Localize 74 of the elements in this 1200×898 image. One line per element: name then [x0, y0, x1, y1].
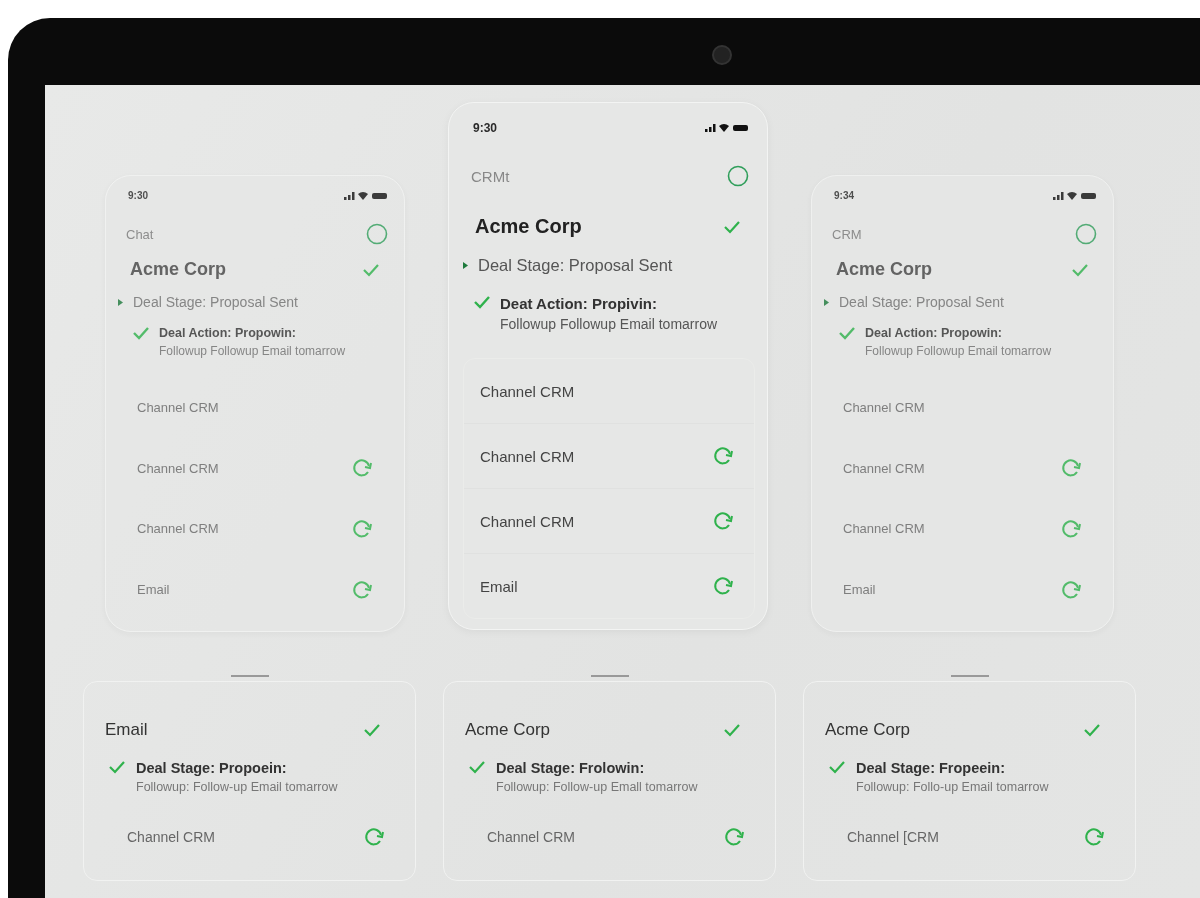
- list-item[interactable]: Channel CRM: [825, 377, 1102, 438]
- sync-icon[interactable]: [351, 578, 373, 601]
- card-title: Acme Corp: [825, 720, 911, 740]
- deal-action: Deal Action: Propowin:: [865, 326, 1004, 340]
- action-note: Followup: Follow-up Emall tomarrow: [496, 780, 698, 794]
- check-icon: [108, 760, 126, 774]
- list-item[interactable]: Email: [825, 559, 1102, 620]
- app-label: CRMt: [471, 167, 510, 185]
- company-title: Acme Corp: [130, 259, 227, 280]
- list-item[interactable]: Channel CRM: [464, 489, 754, 554]
- check-icon: [723, 723, 741, 737]
- check-icon: [1071, 262, 1089, 277]
- bullet-icon: [463, 262, 468, 269]
- bullet-icon: [824, 298, 829, 306]
- check-icon: [723, 219, 741, 234]
- card-title: Acme Corp: [465, 720, 551, 740]
- deal-stage: Deal Stage: Propoein:: [136, 760, 288, 776]
- status-icons: [1053, 190, 1097, 201]
- list-item[interactable]: Channel CRM: [825, 498, 1102, 560]
- check-icon: [363, 723, 381, 737]
- check-icon: [828, 760, 846, 774]
- deal-stage: Deal Stage: Proposal Sent: [133, 294, 298, 310]
- status-time: 9:30: [473, 121, 498, 135]
- channel-label: Channel [CRM: [847, 829, 939, 845]
- list-item[interactable]: Email: [464, 554, 754, 618]
- list-item[interactable]: Channel CRM: [825, 437, 1102, 499]
- circle-icon[interactable]: [1075, 223, 1097, 245]
- channel-label: Channel CRM: [487, 829, 575, 845]
- sync-icon[interactable]: [363, 826, 385, 848]
- sync-icon[interactable]: [723, 826, 745, 848]
- app-label: Chat: [126, 226, 154, 242]
- camera-icon: [712, 45, 732, 65]
- sync-icon[interactable]: [351, 517, 373, 540]
- status-time: 9:30: [128, 190, 148, 201]
- bullet-icon: [118, 298, 123, 306]
- check-icon: [468, 760, 486, 774]
- list-item[interactable]: Channel CRM: [464, 424, 754, 489]
- list-item[interactable]: Channel CRM: [464, 359, 754, 424]
- action-note: Followup Followup Email tomarrow: [865, 344, 1052, 358]
- list-item[interactable]: Channel CRM: [119, 437, 393, 499]
- circle-icon[interactable]: [366, 223, 388, 245]
- status-icons: [705, 123, 749, 133]
- action-note: Followup: Follo-up Email tomarrow: [856, 780, 1049, 794]
- sync-icon[interactable]: [1060, 517, 1082, 540]
- deal-stage: Deal Stage: Proposal Sent: [478, 256, 673, 275]
- check-icon: [838, 326, 856, 340]
- deal-stage: Deal Stage: Frolowin:: [496, 760, 646, 776]
- app-label: CRM: [832, 226, 862, 242]
- deal-stage: Deal Stage: Fropeein:: [856, 760, 1007, 776]
- sync-icon[interactable]: [1083, 826, 1105, 848]
- list-item[interactable]: Channel CRM: [119, 498, 393, 560]
- action-note: Followup Followup Email tomarrow: [500, 316, 718, 332]
- status-icons: [344, 190, 388, 201]
- sync-icon[interactable]: [712, 575, 734, 597]
- check-icon: [1083, 723, 1101, 737]
- sync-icon[interactable]: [1060, 578, 1082, 601]
- channel-label: Channel CRM: [127, 829, 215, 845]
- check-icon: [362, 262, 380, 277]
- status-time: 9:34: [834, 190, 854, 201]
- sync-icon[interactable]: [712, 445, 734, 467]
- check-icon: [132, 326, 150, 340]
- company-title: Acme Corp: [836, 259, 933, 280]
- card-title: Email: [105, 720, 148, 740]
- deal-action: Deal Action: Propowin:: [159, 326, 298, 340]
- company-title: Acme Corp: [475, 215, 582, 238]
- deal-stage: Deal Stage: Proposal Sent: [839, 294, 1004, 310]
- action-note: Followup Followup Email tomarrow: [159, 344, 346, 358]
- deal-action: Deat Action: Propivin:: [500, 295, 658, 312]
- check-icon: [473, 295, 491, 309]
- action-note: Followup: Follow-up Email tomarrow: [136, 780, 338, 794]
- list-item[interactable]: Email: [119, 559, 393, 620]
- list-item[interactable]: Channel CRM: [119, 377, 393, 438]
- circle-icon[interactable]: [727, 165, 749, 187]
- sync-icon[interactable]: [712, 510, 734, 532]
